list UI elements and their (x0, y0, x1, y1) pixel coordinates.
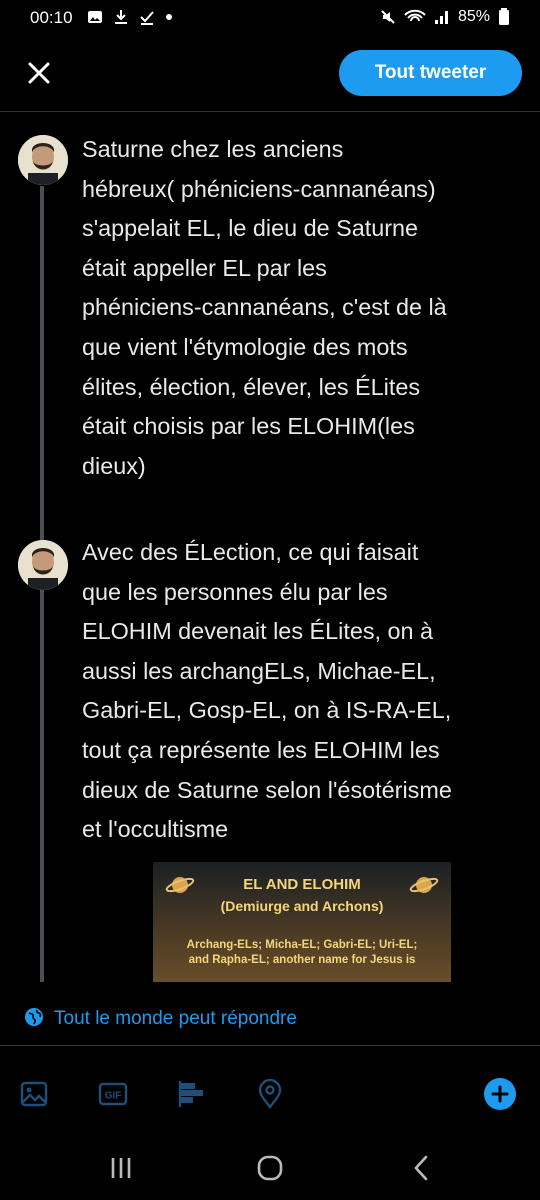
add-tweet-button[interactable] (484, 1078, 516, 1110)
compose-header: Tout tweeter (0, 36, 540, 112)
status-bar: 00:10 85% (0, 0, 540, 36)
media-title: EL AND ELOHIM (243, 876, 361, 893)
media-body: Archang-ELs; Micha-EL; Gabri-EL; Uri-EL;… (186, 939, 418, 966)
recent-apps-icon[interactable] (107, 1154, 135, 1182)
status-right: 85% (380, 8, 510, 26)
svg-text:GIF: GIF (105, 1091, 122, 1102)
back-icon[interactable] (408, 1154, 436, 1182)
mute-icon (381, 10, 395, 24)
avatar-image (18, 135, 68, 185)
globe-icon (25, 1008, 43, 1026)
dot-icon (166, 14, 172, 20)
status-time: 00:10 (30, 8, 73, 27)
battery-percent: 85% (457, 8, 490, 25)
add-icon (491, 1085, 509, 1103)
wifi-icon (404, 9, 426, 22)
tweet-text[interactable]: Saturne chez les anciens hébreux( phénic… (82, 130, 527, 486)
avatar (18, 540, 68, 590)
thread: Saturne chez les anciens hébreux( phénic… (0, 112, 540, 982)
media-subtitle: (Demiurge and Archons) (220, 898, 384, 914)
reply-setting[interactable]: Tout le monde peut répondre (0, 990, 540, 1046)
avatar-image (18, 540, 68, 590)
image-icon (88, 11, 102, 23)
close-icon[interactable] (22, 56, 56, 90)
home-icon[interactable] (256, 1154, 284, 1182)
gif-icon[interactable]: GIF (97, 1078, 129, 1110)
avatar (18, 135, 68, 185)
system-nav-bar (0, 1130, 540, 1200)
location-icon[interactable] (254, 1078, 286, 1110)
battery-icon (499, 8, 509, 25)
status-left-icons (87, 9, 173, 25)
tweet-media-image[interactable]: EL AND ELOHIM (Demiurge and Archons) Arc… (153, 862, 451, 982)
reply-setting-label[interactable]: Tout le monde peut répondre (54, 1008, 297, 1030)
tweet-text[interactable]: Avec des ÉLection, ce qui faisait que le… (82, 533, 527, 850)
check-icon (140, 11, 154, 25)
tweet-all-button[interactable]: Tout tweeter (339, 50, 522, 96)
compose-toolbar: GIF (0, 1070, 540, 1120)
download-icon (115, 10, 127, 24)
poll-icon[interactable] (176, 1078, 208, 1110)
image-icon[interactable] (18, 1078, 50, 1110)
signal-icon (434, 11, 448, 24)
